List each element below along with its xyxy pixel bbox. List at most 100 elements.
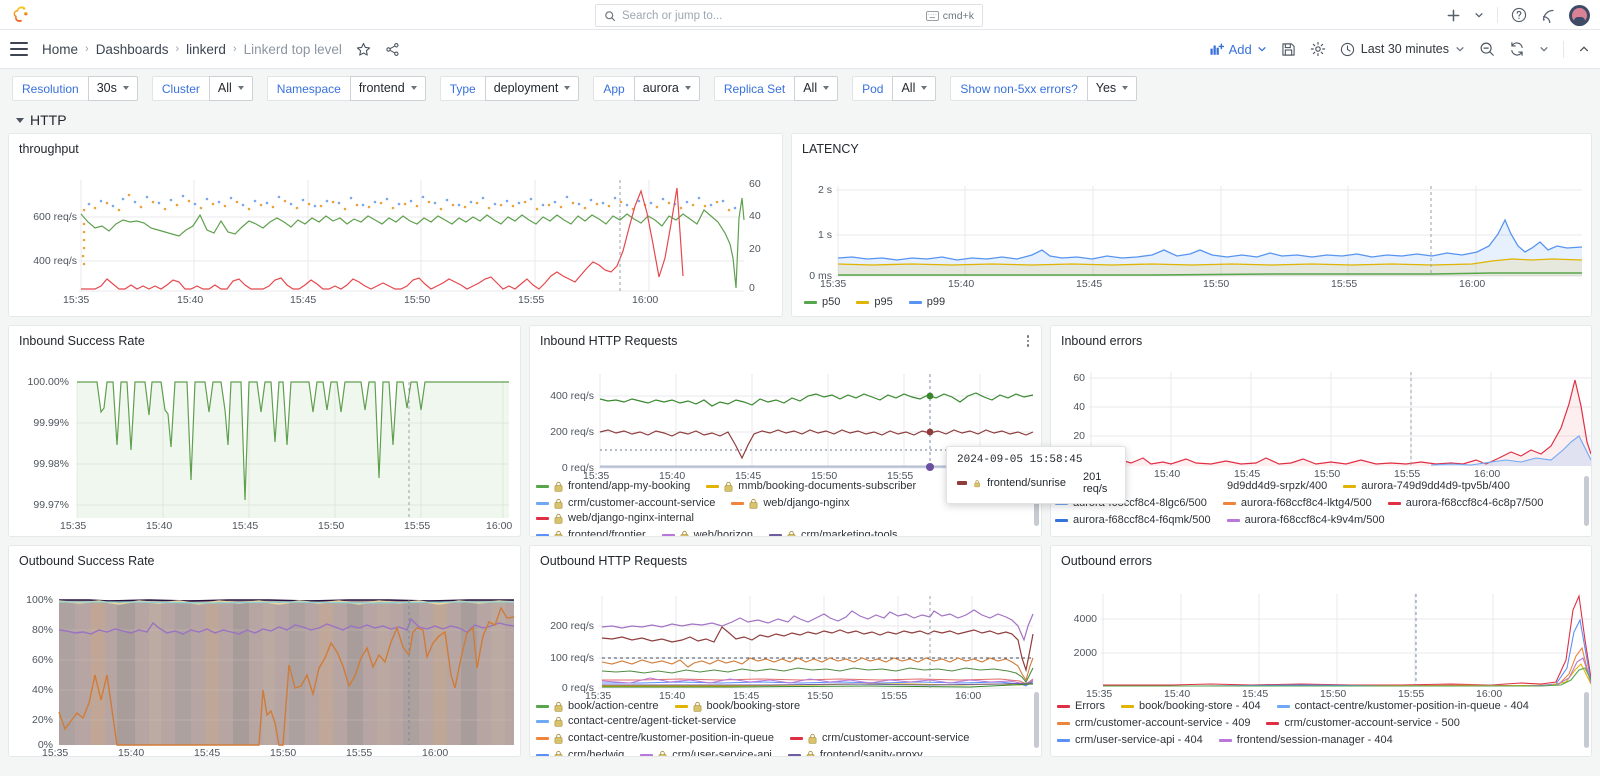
legend-label: aurora-f68ccf8c4-f6qmk/500 xyxy=(1073,514,1211,526)
outbound-http-requests-plot[interactable]: 200 req/s 100 req/s 0 req/s 15:35 15:40 … xyxy=(530,570,1041,702)
y-tick-right: 0 xyxy=(749,282,755,294)
chevron-up-icon[interactable] xyxy=(1578,43,1590,55)
legend-item[interactable]: p95 xyxy=(856,296,893,308)
variable-value-cluster[interactable]: All xyxy=(208,75,253,101)
legend-item[interactable]: 9d9dd4d9-srpzk/400 xyxy=(1227,480,1327,492)
legend-item[interactable]: frontend/sanity-proxy xyxy=(787,749,923,756)
y-tick: 60% xyxy=(31,654,53,666)
legend-scrollbar[interactable] xyxy=(1584,692,1589,748)
legend-item[interactable]: frontend/frontier xyxy=(536,529,646,536)
legend-item[interactable]: crm/hedwig xyxy=(536,749,624,756)
variable-value-namespace[interactable]: frontend xyxy=(349,75,426,101)
legend-item[interactable]: aurora-f68ccf8c4-k9v4m/500 xyxy=(1226,514,1385,526)
legend-item[interactable]: aurora-f68ccf8c4-lktg4/500 xyxy=(1222,497,1372,509)
x-tick: 16:00 xyxy=(955,690,982,702)
variable-value-type[interactable]: deployment xyxy=(484,75,580,101)
variable-resolution: Resolution 30s xyxy=(12,75,138,101)
star-icon[interactable] xyxy=(356,42,371,57)
rss-icon[interactable] xyxy=(1540,7,1556,23)
panel-inbound-errors: Inbound errors 60 40 20 15:40 15:45 15:5… xyxy=(1050,325,1592,537)
search-input[interactable]: Search or jump to... xyxy=(622,10,920,22)
legend-scrollbar[interactable] xyxy=(1034,692,1039,748)
dashboard-toolbar: Home › Dashboards › linkerd › Linkerd to… xyxy=(0,30,1600,69)
legend-item[interactable]: frontend/session-manager - 404 xyxy=(1218,734,1393,746)
panel-title: Outbound errors xyxy=(1061,554,1153,568)
legend-item[interactable]: Errors xyxy=(1057,700,1105,712)
time-range-picker[interactable]: Last 30 minutes xyxy=(1340,42,1465,57)
legend-label: book/booking-store - 404 xyxy=(1138,700,1261,712)
row-header-http[interactable]: HTTP xyxy=(0,107,1600,133)
latency-plot[interactable]: 2 s 1 s 0 ms 15:35 15:40 15:45 15:50 15:… xyxy=(792,158,1591,290)
plus-icon[interactable] xyxy=(1446,8,1461,23)
x-tick: 15:55 xyxy=(1394,468,1421,480)
y-tick: 200 req/s xyxy=(550,620,594,632)
variable-value-replica-set[interactable]: All xyxy=(794,75,839,101)
panel-title: Outbound HTTP Requests xyxy=(540,554,688,568)
legend-item[interactable]: web/django-nginx-internal xyxy=(536,512,694,524)
legend-item[interactable]: aurora-749d9dd4d9-tpv5b/400 xyxy=(1343,480,1510,492)
variable-value-pod[interactable]: All xyxy=(892,75,937,101)
x-tick: 16:00 xyxy=(486,520,513,532)
legend-item[interactable]: crm/customer-account-service - 409 xyxy=(1057,717,1250,729)
breadcrumb-item-dashboards[interactable]: Dashboards xyxy=(96,42,169,57)
legend-swatch xyxy=(1266,721,1280,725)
legend-item[interactable]: p50 xyxy=(804,296,840,308)
grafana-logo-icon[interactable] xyxy=(12,5,32,25)
user-avatar[interactable] xyxy=(1569,4,1590,26)
inbound-success-rate-plot[interactable]: 100.00% 99.99% 99.98% 99.97% 15:35 15:40 xyxy=(9,350,520,534)
latency-legend: p50 p95 p99 xyxy=(792,286,1591,316)
tooltip-series-name: frontend/sunrise xyxy=(987,477,1066,489)
breadcrumb-item-home[interactable]: Home xyxy=(42,42,78,57)
variable-value-show-non-5xx-errors[interactable]: Yes xyxy=(1086,75,1138,101)
variable-value-resolution[interactable]: 30s xyxy=(87,75,138,101)
legend-item[interactable]: contact-centre/agent-ticket-service xyxy=(536,715,736,727)
save-dashboard-button[interactable] xyxy=(1281,42,1296,57)
legend-label: p95 xyxy=(874,296,893,308)
legend-item[interactable]: crm/customer-account-service - 500 xyxy=(1266,717,1460,729)
inbound-errors-plot[interactable]: 60 40 20 15:40 15:45 15:50 15:55 16:00 xyxy=(1051,350,1591,480)
breadcrumb-item-linkerd[interactable]: linkerd xyxy=(186,42,226,57)
add-panel-button[interactable]: Add xyxy=(1210,42,1267,57)
variable-value-app[interactable]: aurora xyxy=(633,75,700,101)
dashboard-row-2: Inbound Success Rate 100.00% 99.99% 99.9… xyxy=(8,325,1592,537)
legend-item[interactable]: contact-centre/kustomer-position-in-queu… xyxy=(536,732,774,744)
legend-item[interactable]: crm/user-service-api xyxy=(640,749,772,756)
y-tick: 4000 xyxy=(1073,613,1097,625)
gear-icon[interactable] xyxy=(1310,41,1326,57)
chevron-down-icon xyxy=(684,86,691,90)
help-circle-icon[interactable] xyxy=(1511,7,1527,23)
chevron-down-icon[interactable] xyxy=(1474,10,1484,20)
throughput-plot[interactable]: 600 req/s 400 req/s 60 40 20 0 15:35 15:… xyxy=(9,158,782,312)
legend-item[interactable]: crm/customer-account-service xyxy=(790,732,969,744)
hamburger-menu-icon[interactable] xyxy=(10,42,28,56)
legend-item[interactable]: contact-centre/kustomer-position-in-queu… xyxy=(1276,700,1529,712)
legend-item[interactable]: aurora-f68ccf8c4-6c8p7/500 xyxy=(1387,497,1543,509)
x-tick: 15:35 xyxy=(42,747,69,757)
legend-item[interactable]: web/django-nginx xyxy=(731,497,850,509)
x-tick: 15:40 xyxy=(948,278,975,290)
outbound-success-rate-plot[interactable]: 100% 80% 60% 40% 20% 0% 15:35 15:40 15:4… xyxy=(9,570,520,757)
dashboard-grid: throughput 600 req/s 400 req/s 60 40 20 … xyxy=(0,133,1600,757)
zoom-out-icon[interactable] xyxy=(1479,41,1495,57)
global-search-box[interactable]: Search or jump to... cmd+k xyxy=(595,4,983,27)
legend-item[interactable]: crm/customer-account-service xyxy=(536,497,715,509)
search-icon xyxy=(605,10,616,21)
legend-scrollbar[interactable] xyxy=(1584,476,1589,526)
panel-outbound-http-requests: Outbound HTTP Requests 200 req/s 100 req… xyxy=(529,545,1042,757)
legend-item[interactable]: p99 xyxy=(908,296,945,308)
share-nodes-icon[interactable] xyxy=(385,42,400,57)
refresh-interval-caret-icon[interactable] xyxy=(1539,44,1549,54)
legend-item[interactable]: crm/marketing-tools xyxy=(768,529,898,536)
lock-icon xyxy=(808,733,817,744)
legend-item[interactable]: book/booking-store - 404 xyxy=(1120,700,1261,712)
refresh-icon[interactable] xyxy=(1509,41,1525,57)
x-tick: 15:35 xyxy=(583,470,610,482)
panel-menu-icon[interactable] xyxy=(1021,333,1035,349)
legend-item[interactable]: crm/user-service-api - 404 xyxy=(1057,734,1203,746)
legend-item[interactable]: aurora-f68ccf8c4-f6qmk/500 xyxy=(1055,514,1211,526)
legend-item[interactable]: web/horizon xyxy=(661,529,753,536)
x-tick: 15:55 xyxy=(881,690,908,702)
outbound-errors-plot[interactable]: 4000 2000 15:35 15:40 15:45 15:50 15:55 … xyxy=(1051,570,1591,700)
legend-label: crm/customer-account-service xyxy=(822,732,970,744)
outbound-errors-legend: Errors book/booking-store - 404 contact-… xyxy=(1051,698,1591,755)
